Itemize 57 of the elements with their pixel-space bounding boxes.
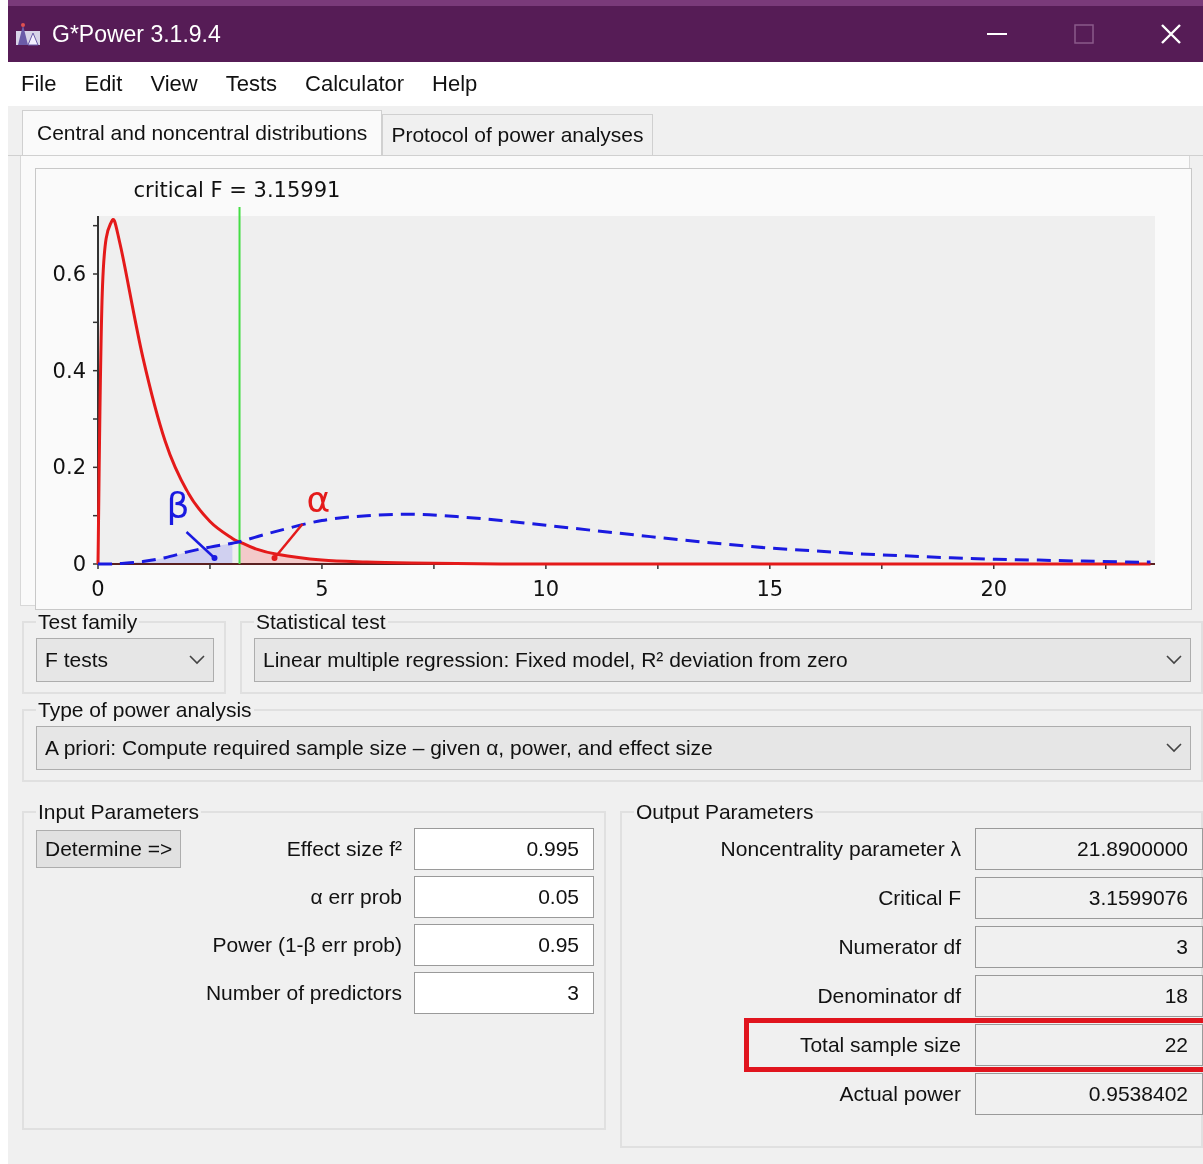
curve-label: α [306, 479, 331, 520]
menu-item[interactable]: Help [432, 71, 478, 97]
group-title: Type of power analysis [37, 698, 253, 722]
tab[interactable]: Protocol of power analyses [382, 114, 653, 155]
group-title: Test family [37, 610, 139, 634]
x-tick-label: 15 [756, 577, 784, 601]
menu-item[interactable]: File [21, 71, 57, 97]
window-title: G*Power 3.1.9.4 [52, 20, 221, 48]
field-label: Power (1-β err prob) [211, 933, 402, 957]
leader-line [271, 523, 304, 561]
chevron-icon [1166, 655, 1182, 665]
y-tick-label: 0.4 [52, 358, 86, 383]
input-field[interactable]: 0.995 [414, 828, 594, 870]
field-label: Effect size f² [285, 837, 402, 861]
menu-item[interactable]: Tests [225, 71, 278, 97]
chevron-icon [189, 655, 205, 665]
output-field: 3.1599076 [975, 877, 1203, 919]
field-label: Number of predictors [204, 981, 402, 1005]
dropdown[interactable]: A priori: Compute required sample size – given α, power, and effect size [36, 726, 1191, 770]
critical-value-label: critical F = 3.15991 [133, 178, 341, 202]
input-field[interactable]: 3 [414, 972, 594, 1014]
app-icon [14, 21, 42, 47]
output-field: 18 [975, 975, 1203, 1017]
x-tick-label: 20 [980, 577, 1008, 601]
group-title: Input Parameters [37, 800, 201, 824]
field-label: Total sample size [799, 1033, 961, 1057]
leader-line [185, 531, 218, 561]
dropdown[interactable]: Linear multiple regression: Fixed model, R² deviation from zero [254, 638, 1191, 682]
field-label: Noncentrality parameter λ [720, 837, 961, 861]
field-label: Numerator df [838, 935, 961, 959]
menu-item[interactable]: Calculator [305, 71, 405, 97]
dropdown[interactable]: F tests [36, 638, 214, 682]
x-tick-label: 0 [91, 577, 105, 601]
group-title: Output Parameters [635, 800, 815, 824]
y-tick-label: 0.2 [52, 455, 86, 480]
field-label: Critical F [878, 886, 961, 910]
field-label: Denominator df [817, 984, 961, 1008]
menu-item[interactable]: Edit [84, 71, 123, 97]
curve-label: β [166, 485, 190, 526]
output-field: 22 [975, 1024, 1203, 1066]
tab[interactable]: Central and noncentral distributions [22, 110, 383, 155]
field-label: Actual power [839, 1082, 961, 1106]
input-field[interactable]: 0.05 [414, 876, 594, 918]
chevron-icon [1166, 743, 1182, 753]
determine-button[interactable]: Determine => [36, 830, 182, 868]
x-tick-label: 5 [315, 577, 329, 601]
output-field: 0.9538402 [975, 1073, 1203, 1115]
input-field[interactable]: 0.95 [414, 924, 594, 966]
output-field: 21.8900000 [975, 828, 1203, 870]
menu-item[interactable]: View [150, 71, 198, 97]
x-tick-label: 10 [532, 577, 560, 601]
field-label: α err prob [309, 885, 402, 909]
group-title: Statistical test [255, 610, 387, 634]
output-field: 3 [975, 926, 1203, 968]
close-icon[interactable] [1159, 22, 1183, 46]
y-tick-label: 0.6 [52, 262, 86, 286]
y-tick-label: 0 [72, 552, 86, 576]
